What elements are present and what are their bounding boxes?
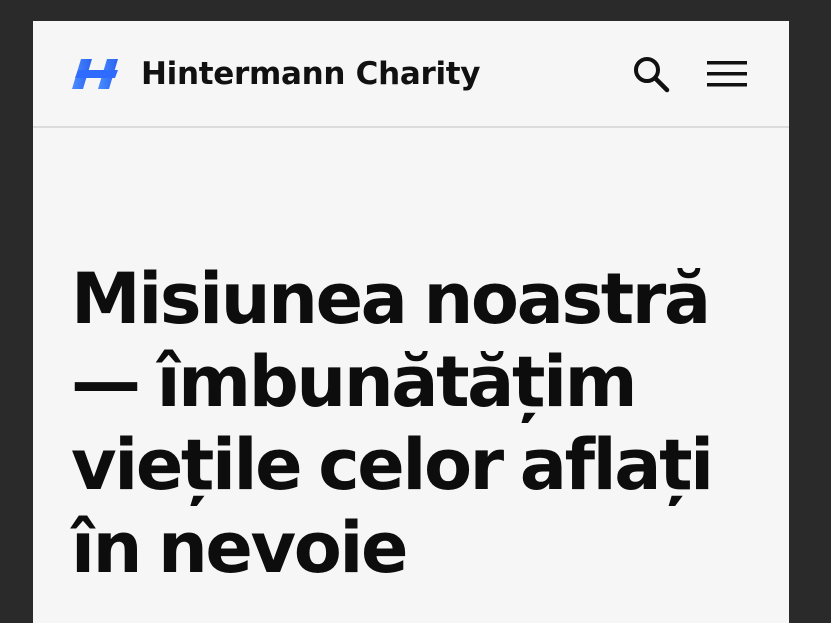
menu-button[interactable] [707,54,747,94]
home-logo-link[interactable]: Hintermann Charity [71,55,481,92]
brand-name: Hintermann Charity [141,55,481,92]
page: Hintermann Charity Misiunea noastră — îm… [33,21,789,623]
search-icon [634,56,670,92]
hintermann-logo-icon [72,58,118,89]
header-actions [629,52,747,96]
search-button[interactable] [629,52,673,96]
hero-section: Misiunea noastră — îmbunătățim viețile c… [33,128,789,590]
site-header: Hintermann Charity [33,21,789,128]
hamburger-menu-icon [707,60,747,86]
hero-title: Misiunea noastră — îmbunătățim viețile c… [71,258,714,589]
